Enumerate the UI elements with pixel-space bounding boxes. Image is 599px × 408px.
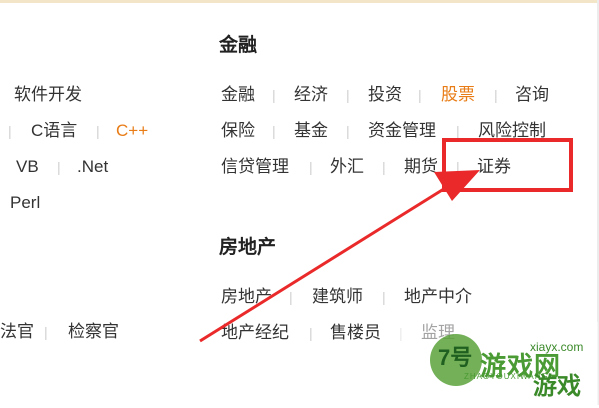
watermark-url: xiayx.com — [530, 340, 584, 354]
annotation-arrow-head — [434, 170, 480, 201]
watermark-badge-text: 7号 — [438, 345, 473, 370]
watermark-sub: 游戏 — [533, 373, 581, 400]
annotation-arrow-line — [199, 185, 448, 343]
